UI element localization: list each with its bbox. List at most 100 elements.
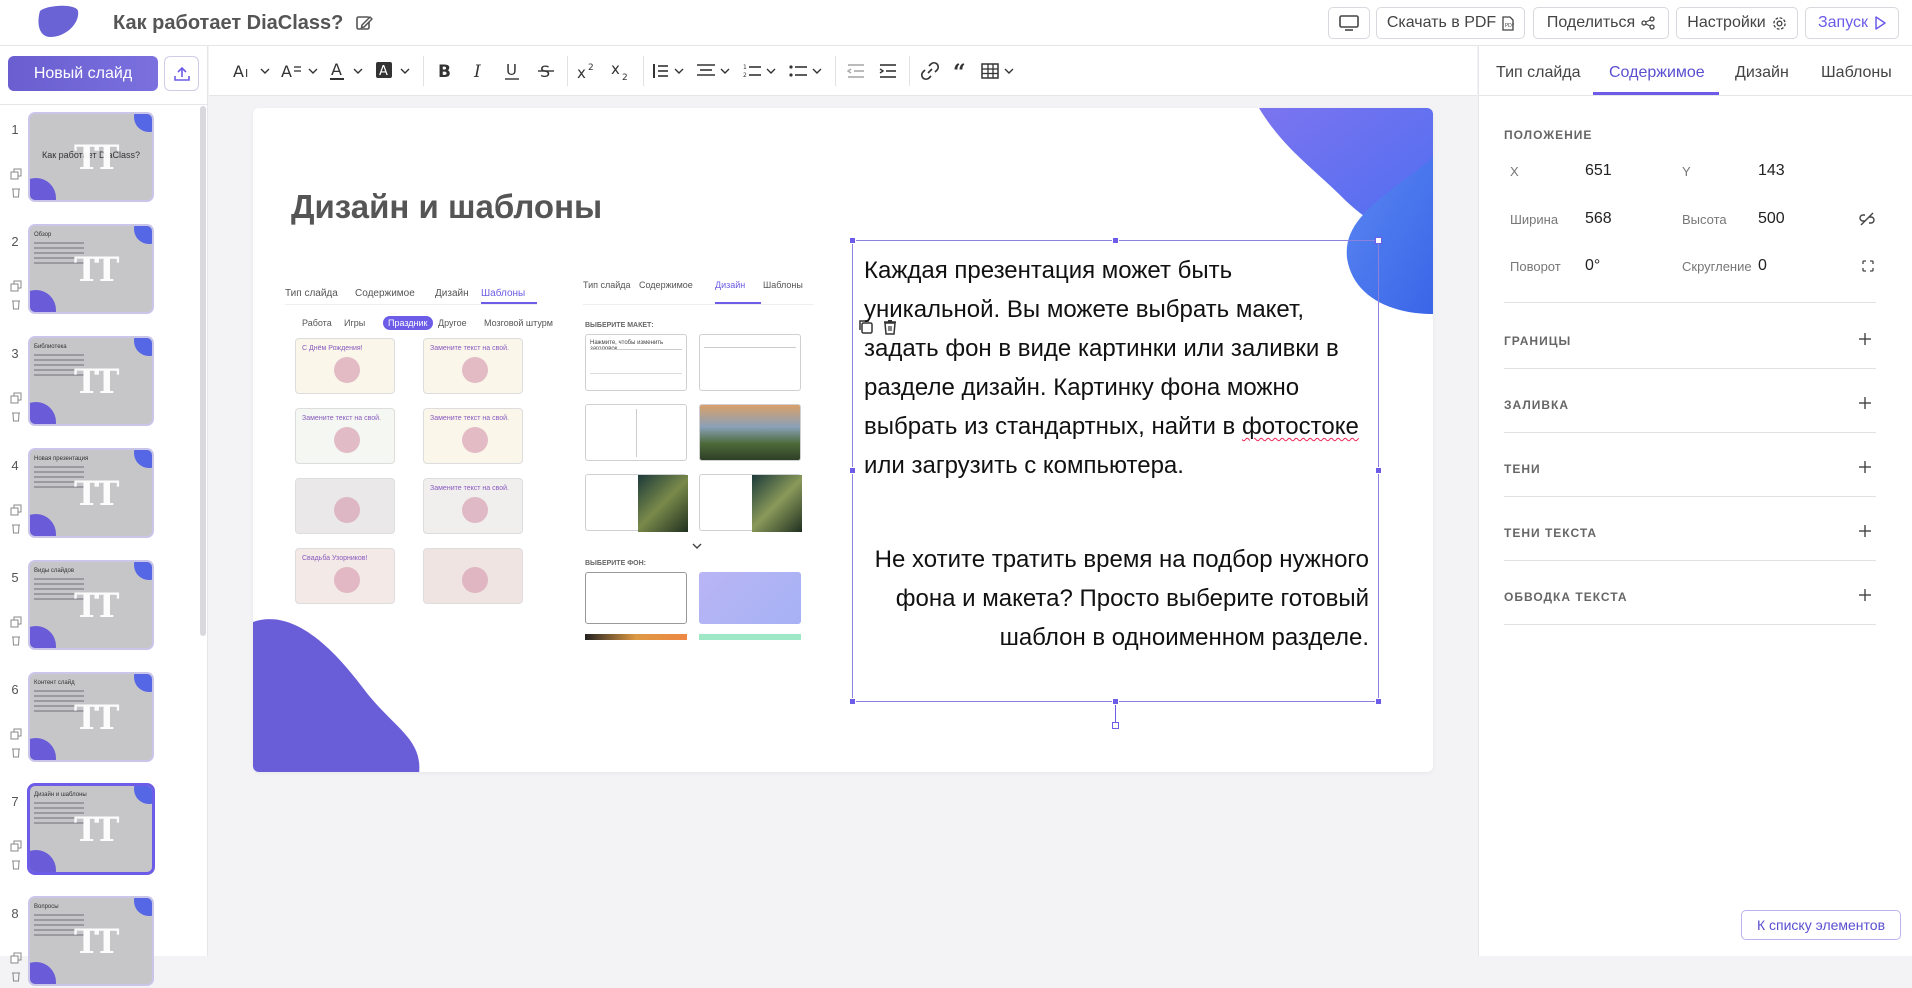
resize-handle-e[interactable] [1375,467,1382,474]
slide-thumbnail[interactable]: Обзор TT [28,224,154,314]
duplicate-slide-icon[interactable] [10,952,22,964]
slide-thumbnail[interactable]: Вопросы TT [28,896,154,986]
tab-content[interactable]: Содержимое [1609,64,1705,82]
italic-icon[interactable]: I [465,58,491,84]
resize-handle-se[interactable] [1375,698,1382,705]
unlink-aspect-icon[interactable] [1859,211,1875,227]
presentation-title[interactable]: Как работает DiaClass? [113,12,343,35]
plus-icon[interactable] [1858,524,1872,538]
slide-thumbnail[interactable]: Как работает DiaClass? TT [28,112,154,202]
download-pdf-button[interactable]: Скачать в PDF PDF [1376,7,1525,39]
plus-icon[interactable] [1858,396,1872,410]
superscript-icon[interactable]: x2 [575,58,601,84]
delete-slide-icon[interactable] [10,970,22,982]
screenshot-templates[interactable]: Тип слайда Содержимое Дизайн Шаблоны Работа… [285,258,605,604]
new-slide-button[interactable]: Новый слайд [8,56,158,91]
quote-icon[interactable]: “ [949,58,975,84]
slide-thumbnail-row[interactable]: 5 Виды слайдов TT [0,560,200,652]
delete-slide-icon[interactable] [10,410,22,422]
duplicate-slide-icon[interactable] [10,392,22,404]
collapsible-section-title[interactable]: ЗАЛИВКА [1504,398,1569,412]
plus-icon[interactable] [1858,588,1872,602]
slide-thumbnail[interactable]: Новая презентация TT [28,448,154,538]
bullet-list-icon[interactable] [789,58,825,84]
slide-thumbnail-row[interactable]: 2 Обзор TT [0,224,200,316]
delete-slide-icon[interactable] [10,858,22,870]
body-paragraph-1[interactable]: Каждая презентация может быть уникальной… [864,251,1369,485]
plus-icon[interactable] [1858,332,1872,346]
delete-slide-icon[interactable] [10,298,22,310]
rotate-handle[interactable] [1112,722,1119,729]
y-input[interactable]: 143 [1758,162,1785,180]
slide-title[interactable]: Дизайн и шаблоны [291,188,602,226]
slide-thumbnail-row[interactable]: 8 Вопросы TT [0,896,200,988]
plus-icon[interactable] [1858,460,1872,474]
spacing-icon[interactable] [651,58,687,84]
width-input[interactable]: 568 [1585,210,1612,228]
run-button[interactable]: Запуск [1805,7,1899,39]
underline-icon[interactable]: U [499,58,525,84]
slide-thumbnail[interactable]: Виды слайдов TT [28,560,154,650]
corner-radius-icon[interactable] [1861,259,1875,273]
duplicate-slide-icon[interactable] [10,280,22,292]
bold-icon[interactable]: B [431,58,457,84]
subscript-icon[interactable]: x2 [609,58,635,84]
x-input[interactable]: 651 [1585,162,1612,180]
line-height-icon[interactable]: A [281,58,319,84]
resize-handle-ne[interactable] [1375,237,1382,244]
duplicate-slide-icon[interactable] [10,616,22,628]
slide-thumbnail-row[interactable]: 6 Контент слайд TT [0,672,200,764]
slide-thumbnail-row[interactable]: 3 Библиотека TT [0,336,200,428]
duplicate-slide-icon[interactable] [10,840,22,852]
resize-handle-s[interactable] [1112,698,1119,705]
present-mode-button[interactable] [1328,7,1370,39]
delete-slide-icon[interactable] [10,634,22,646]
delete-slide-icon[interactable] [10,186,22,198]
highlight-icon[interactable]: A [375,58,413,84]
indent-icon[interactable] [875,58,901,84]
link-icon[interactable] [917,58,943,84]
duplicate-slide-icon[interactable] [10,504,22,516]
slide-thumbnail[interactable]: Библиотека TT [28,336,154,426]
screenshot-design[interactable]: Тип слайда Содержимое Дизайн Шаблоны ВЫБЕРИ… [583,258,813,658]
settings-button[interactable]: Настройки [1676,7,1798,39]
slide-thumbnail-row[interactable]: 1 Как работает DiaClass? TT [0,112,200,204]
text-color-icon[interactable]: A [329,58,365,84]
align-icon[interactable] [695,58,733,84]
strikethrough-icon[interactable]: S [533,58,559,84]
duplicate-slide-icon[interactable] [10,728,22,740]
slide-thumbnail[interactable]: Контент слайд TT [28,672,154,762]
numbered-list-icon[interactable]: 12 [743,58,779,84]
collapsible-section-title[interactable]: ГРАНИЦЫ [1504,334,1571,348]
radius-input[interactable]: 0 [1758,257,1767,275]
tab-templates[interactable]: Шаблоны [1821,64,1892,82]
upload-button[interactable] [164,56,199,91]
tab-design[interactable]: Дизайн [1735,64,1789,82]
edit-title-icon[interactable] [355,14,373,32]
collapsible-section-title[interactable]: ТЕНИ ТЕКСТА [1504,526,1597,540]
rotation-input[interactable]: 0° [1585,257,1600,275]
delete-slide-icon[interactable] [10,746,22,758]
resize-handle-nw[interactable] [849,237,856,244]
slide-thumbnail-row[interactable]: 4 Новая презентация TT [0,448,200,540]
delete-slide-icon[interactable] [10,522,22,534]
height-input[interactable]: 500 [1758,210,1785,228]
element-list-button[interactable]: К списку элементов [1741,910,1901,940]
table-icon[interactable] [981,58,1017,84]
slide-thumbnail[interactable]: Дизайн и шаблоны TT [28,784,154,874]
text-size-icon[interactable]: AI [233,58,271,84]
share-button[interactable]: Поделиться [1533,7,1669,39]
resize-handle-n[interactable] [1112,237,1119,244]
body-paragraph-2[interactable]: Не хотите тратить время на подбор нужног… [864,540,1369,657]
duplicate-slide-icon[interactable] [10,168,22,180]
slide-thumbnail-row[interactable]: 7 Дизайн и шаблоны TT [0,784,200,876]
slides-scrollbar[interactable] [200,106,206,636]
collapsible-section-title[interactable]: ОБВОДКА ТЕКСТА [1504,590,1627,604]
outdent-icon[interactable] [843,58,869,84]
chevron-down-icon[interactable] [691,542,703,550]
resize-handle-sw[interactable] [849,698,856,705]
collapsible-section-title[interactable]: ТЕНИ [1504,462,1541,476]
tab-slide-type[interactable]: Тип слайда [1496,64,1581,82]
resize-handle-w[interactable] [849,467,856,474]
app-logo[interactable] [36,5,80,39]
